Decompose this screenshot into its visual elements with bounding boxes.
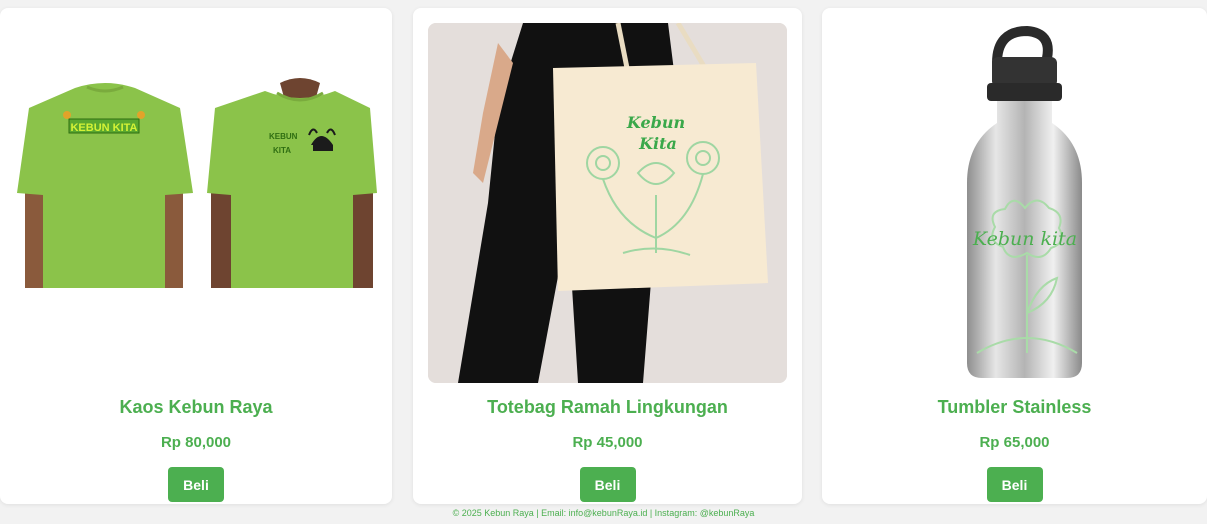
tshirt-back-view: KEBUN KITA (17, 83, 193, 288)
steel-bottle-image: Kebun kita (837, 23, 1192, 383)
product-name: Totebag Ramah Lingkungan (487, 397, 728, 417)
footer-text: © 2025 Kebun Raya | Email: info@kebunRay… (452, 508, 755, 518)
buy-button-kaos[interactable]: Beli (168, 467, 224, 502)
product-card-totebag: Kebun Kita Totebag Ramah Lingkungan Rp 4… (413, 8, 802, 504)
product-price: Rp 45,000 (572, 434, 643, 451)
shirt-print-pocket-2: KITA (273, 146, 291, 155)
bottle: Kebun kita (967, 25, 1082, 378)
bottle-print: Kebun kita (972, 228, 1077, 250)
tote-bag-image: Kebun Kita (428, 23, 787, 383)
buy-button-tumbler[interactable]: Beli (986, 467, 1043, 502)
tote-bag: Kebun Kita (553, 63, 768, 291)
product-card-tumbler: Kebun kita Tumbler Stainless Rp 65,000 B… (822, 8, 1207, 504)
shirt-print-pocket-1: KEBUN (269, 132, 298, 141)
product-name: Kaos Kebun Raya (119, 397, 273, 417)
product-card-kaos: KEBUN KITA KEBUN KITA Kaos Kebun Raya Rp… (0, 8, 392, 504)
product-price: Rp 65,000 (979, 434, 1050, 451)
buy-button-totebag[interactable]: Beli (579, 467, 636, 502)
merch-page: KEBUN KITA KEBUN KITA Kaos Kebun Raya Rp… (0, 0, 1207, 524)
product-grid: KEBUN KITA KEBUN KITA Kaos Kebun Raya Rp… (0, 8, 1207, 504)
tote-print-2: Kita (638, 134, 677, 153)
green-tshirt-image: KEBUN KITA KEBUN KITA (15, 23, 377, 383)
tshirt-front-view: KEBUN KITA (207, 78, 377, 288)
tote-print-1: Kebun (626, 113, 685, 132)
product-name: Tumbler Stainless (937, 397, 1092, 417)
product-price: Rp 80,000 (160, 434, 232, 451)
shirt-print-front: KEBUN KITA (70, 122, 137, 134)
